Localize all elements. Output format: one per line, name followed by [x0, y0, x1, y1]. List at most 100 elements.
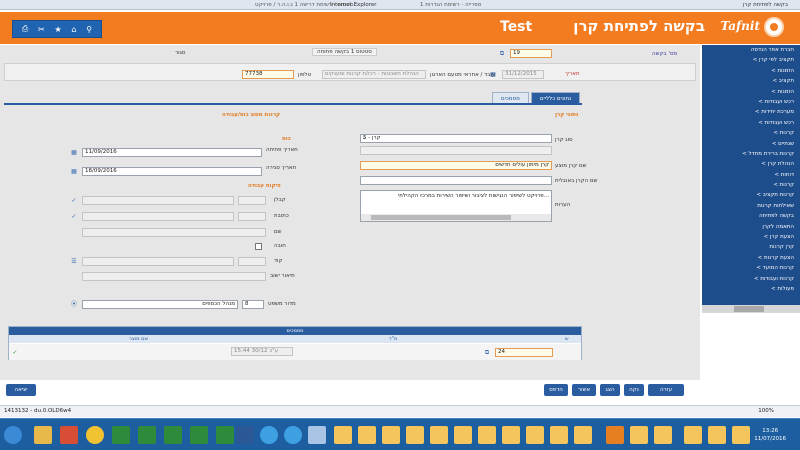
excel-icon-4[interactable]	[190, 426, 208, 444]
excel-icon-2[interactable]	[138, 426, 156, 444]
name-field[interactable]	[82, 228, 266, 237]
mail-icon-6[interactable]	[454, 426, 472, 444]
chevron-down-icon[interactable]: ⌄	[362, 135, 367, 142]
employee-input[interactable]: הנהלת חשבונות - רכז/ת קרנות ומענקים	[322, 70, 426, 79]
mail-icon-3[interactable]	[382, 426, 400, 444]
star-icon[interactable]: ★	[54, 25, 61, 34]
zoom-level[interactable]: 100%	[758, 406, 774, 417]
code-lookup-icon[interactable]: ☰	[70, 258, 78, 266]
table-row[interactable]: 24 ⧉ 15:44 30/12 ע"כ ✓	[9, 344, 581, 360]
mail-icon-4[interactable]	[406, 426, 424, 444]
print-icon[interactable]: ⎙	[22, 24, 28, 34]
sidebar-item[interactable]: < הנהלת קרן	[702, 159, 800, 169]
sidebar-item[interactable]: < קרנות תקציב	[702, 190, 800, 200]
taskbar-clock[interactable]: 13:26 11/07/2016	[754, 427, 786, 443]
excel-icon-3[interactable]	[164, 426, 182, 444]
unit-num-input[interactable]: 8	[242, 300, 264, 309]
sidebar-scrollbar[interactable]	[702, 305, 800, 313]
sidebar-item[interactable]: < רכש ועבודות	[702, 97, 800, 107]
sidebar-item[interactable]: < הצעת קרנות	[702, 253, 800, 263]
mail-icon-2[interactable]	[358, 426, 376, 444]
row-lookup-icon[interactable]: ⧉	[483, 349, 491, 357]
settlement-field[interactable]	[82, 272, 266, 281]
fund-name-input[interactable]: קרן מימון עולים חדשים	[360, 161, 552, 170]
sidebar-item[interactable]: < תקציב לפי קרן	[702, 55, 800, 65]
code-input[interactable]: 77738	[242, 70, 294, 79]
sidebar-item[interactable]: התאמה לקרן	[702, 222, 800, 232]
exit-button[interactable]: יציאה	[6, 384, 36, 396]
row-id-input[interactable]: 24	[495, 348, 553, 357]
end-date-input[interactable]: 18/09/2016	[82, 167, 262, 176]
mail-icon-15[interactable]	[708, 426, 726, 444]
request-num-input[interactable]: 19	[510, 49, 552, 58]
chrome-icon[interactable]	[86, 426, 104, 444]
mail-icon-5[interactable]	[430, 426, 448, 444]
mail-icon-10[interactable]	[550, 426, 568, 444]
start-icon[interactable]	[4, 426, 22, 444]
display-button[interactable]: הצג	[600, 384, 620, 396]
unit-lookup-icon[interactable]: ⦿	[70, 301, 78, 309]
mail-icon-11[interactable]	[574, 426, 592, 444]
word-icon[interactable]	[236, 426, 254, 444]
home-icon[interactable]: ⌂	[71, 25, 76, 34]
sidebar-item[interactable]: < קרנות ועבודות	[702, 274, 800, 284]
approve-button[interactable]: אשור	[572, 384, 596, 396]
address-code[interactable]	[238, 212, 266, 221]
excel-icon-5[interactable]	[216, 426, 234, 444]
desc-textarea[interactable]: פרויקט לשיפור הנגישות לציבור ושיפור השיר…	[360, 190, 552, 222]
start-calendar-icon[interactable]: ▦	[70, 149, 78, 157]
desc-hscroll[interactable]	[361, 214, 551, 221]
date-input[interactable]: 31/12/2015	[502, 70, 544, 79]
code-desc[interactable]	[82, 257, 234, 266]
address-name[interactable]	[82, 212, 234, 221]
contractor-name[interactable]	[82, 196, 234, 205]
clear-button[interactable]: נקה	[624, 384, 644, 396]
search-icon[interactable]: ⚲	[86, 25, 92, 34]
mail-icon-12[interactable]	[630, 426, 648, 444]
fund-type-select[interactable]: 5 - קרן ⌄	[360, 134, 552, 143]
sidebar-item[interactable]: < קרנות	[702, 180, 800, 190]
sidebar-item[interactable]: < מערכת יחידות	[702, 107, 800, 117]
window-icon[interactable]	[308, 426, 326, 444]
explorer-icon[interactable]	[34, 426, 52, 444]
ie-icon[interactable]	[260, 426, 278, 444]
media-icon[interactable]	[60, 426, 78, 444]
sidebar-item[interactable]: < רכש ועבודות	[702, 118, 800, 128]
sidebar-item[interactable]: < תקציב	[702, 76, 800, 86]
fund-name-en-input[interactable]	[360, 176, 552, 185]
code-field[interactable]	[238, 257, 266, 266]
sidebar-item[interactable]: < דוחות	[702, 170, 800, 180]
contractor-lookup-icon[interactable]: ✓	[70, 197, 78, 205]
mail-icon-8[interactable]	[502, 426, 520, 444]
sidebar-item[interactable]: < קרנות המועד	[702, 263, 800, 273]
sidebar-item[interactable]: < הצעת קרן	[702, 232, 800, 242]
start-date-input[interactable]: 11/09/2016	[82, 148, 262, 157]
mail-icon-7[interactable]	[478, 426, 496, 444]
unit-name-input[interactable]: מנהל הכספים	[82, 300, 238, 309]
browser-tab[interactable]: בקשה לפתיחת קרן	[743, 0, 788, 10]
excel-icon[interactable]	[112, 426, 130, 444]
sidebar-item[interactable]: < פעולות	[702, 284, 800, 294]
help-button[interactable]: עזרה	[648, 384, 684, 396]
address-lookup-icon[interactable]: ✓	[70, 213, 78, 221]
print-button[interactable]: הדפס	[544, 384, 568, 396]
lookup-icon[interactable]: ⧉	[498, 50, 506, 58]
sidebar-item[interactable]: < הזמנות	[702, 66, 800, 76]
end-calendar-icon[interactable]: ▦	[70, 168, 78, 176]
mail-icon-14[interactable]	[684, 426, 702, 444]
mail-icon[interactable]	[334, 426, 352, 444]
sidebar-item[interactable]: < קרנות ברירת מחדל	[702, 149, 800, 159]
ie-icon-2[interactable]	[284, 426, 302, 444]
sidebar-item[interactable]: בקשה לפתיחה	[702, 211, 800, 221]
mail-icon-16[interactable]	[732, 426, 750, 444]
sidebar-item[interactable]: < הזמנות	[702, 87, 800, 97]
mail-icon-13[interactable]	[654, 426, 672, 444]
contractor-code[interactable]	[238, 196, 266, 205]
sidebar-item[interactable]: חברת אפר הנדסה	[702, 45, 800, 55]
mail-icon-9[interactable]	[526, 426, 544, 444]
sidebar-item[interactable]: שאילתות קרנות	[702, 201, 800, 211]
tools-icon[interactable]: ✂	[38, 25, 45, 34]
outlook-icon[interactable]	[606, 426, 624, 444]
required-checkbox[interactable]	[255, 243, 262, 250]
sidebar-item[interactable]: < קרנות	[702, 128, 800, 138]
